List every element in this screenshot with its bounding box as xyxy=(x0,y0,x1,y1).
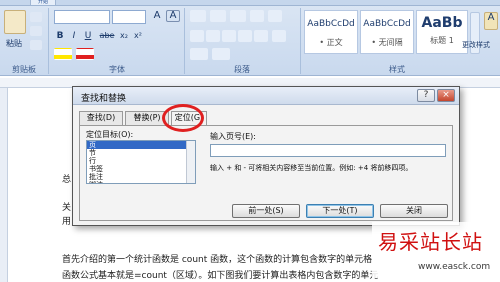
tab-home[interactable]: 开始 xyxy=(30,0,56,6)
list-item[interactable]: 行 xyxy=(87,157,195,165)
grow-font-icon[interactable]: A xyxy=(150,10,164,22)
next-button[interactable]: 下一处(T) xyxy=(306,204,374,218)
multilevel-list-icon[interactable] xyxy=(230,10,246,22)
watermark-title: 易采站长站 xyxy=(378,230,483,254)
bold-button[interactable]: B xyxy=(54,30,66,42)
list-item[interactable]: 脚注 xyxy=(87,181,195,183)
align-center-icon[interactable] xyxy=(206,30,220,42)
find-replace-dialog: 查找和替换 ? × 查找(D) 替换(P) 定位(G) 定位目标(O): 页 节… xyxy=(72,86,460,226)
decrease-indent-icon[interactable] xyxy=(250,10,264,22)
group-font-label: 字体 xyxy=(109,65,125,74)
dialog-title: 查找和替换 xyxy=(81,94,127,104)
paste-icon[interactable] xyxy=(4,10,26,34)
close-button[interactable]: 关闭 xyxy=(380,204,448,218)
change-styles-icon[interactable]: A xyxy=(484,12,498,30)
tab-find[interactable]: 查找(D) xyxy=(79,111,123,125)
goto-hint-text: 输入 + 和 - 可将相关内容移至当前位置。例如: +4 将前移四项。 xyxy=(210,164,413,172)
vertical-ruler[interactable] xyxy=(0,88,8,282)
cut-icon[interactable] xyxy=(30,12,42,22)
distributed-icon[interactable] xyxy=(254,30,268,42)
bullets-icon[interactable] xyxy=(190,10,206,22)
help-button[interactable]: ? xyxy=(417,89,435,102)
group-clipboard-label: 剪贴板 xyxy=(12,65,36,74)
group-separator xyxy=(184,8,185,74)
doc-paragraph-line: 首先介绍的第一个统计函数是 count 函数，这个函数的计算包含数字的单元格 xyxy=(62,255,373,265)
style-name: • 无间隔 xyxy=(371,38,403,47)
group-separator xyxy=(48,8,49,74)
list-scrollbar[interactable] xyxy=(186,141,195,183)
superscript-button[interactable]: x² xyxy=(132,30,144,42)
goto-target-list[interactable]: 页 节 行 书签 批注 脚注 xyxy=(86,140,196,184)
strikethrough-button[interactable]: abe xyxy=(98,30,116,42)
doc-text-fragment: 用 xyxy=(62,217,72,227)
font-color-a-icon[interactable]: A xyxy=(166,10,180,22)
format-painter-icon[interactable] xyxy=(30,40,42,50)
style-name: 标题 1 xyxy=(430,36,454,45)
style-sample: AaBb xyxy=(421,15,463,31)
paste-button-label[interactable]: 粘贴 xyxy=(6,38,22,49)
doc-paragraph-line: 函数公式基本就是=count（区域）。如下图我们要计算出表格内包含数字的单元 xyxy=(62,271,379,281)
goto-what-label: 定位目标(O): xyxy=(86,130,134,139)
style-sample: AaBbCcDd xyxy=(363,19,411,29)
list-item[interactable]: 页 xyxy=(87,141,195,149)
close-icon[interactable]: × xyxy=(437,89,455,102)
style-heading-1[interactable]: AaBb 标题 1 xyxy=(416,10,468,54)
text-color-icon[interactable] xyxy=(76,48,94,60)
italic-button[interactable]: I xyxy=(68,30,80,42)
style-normal[interactable]: AaBbCcDd • 正文 xyxy=(304,10,358,54)
list-item[interactable]: 节 xyxy=(87,149,195,157)
doc-text-fragment: 关 xyxy=(62,203,72,213)
doc-text-fragment: 总 xyxy=(62,175,72,185)
subscript-button[interactable]: x₂ xyxy=(118,30,130,42)
numbering-icon[interactable] xyxy=(210,10,226,22)
previous-button[interactable]: 前一处(S) xyxy=(232,204,300,218)
style-name: • 正文 xyxy=(319,38,343,47)
change-styles-label[interactable]: 更改样式 xyxy=(462,40,490,50)
list-item[interactable]: 批注 xyxy=(87,173,195,181)
ribbon: 开始 粘贴 剪贴板 A A B I U abe x₂ x² 字体 段落 AaBb… xyxy=(0,0,500,76)
style-no-spacing[interactable]: AaBbCcDd • 无间隔 xyxy=(360,10,414,54)
align-left-icon[interactable] xyxy=(190,30,204,42)
page-number-input[interactable] xyxy=(210,144,446,157)
shading-icon[interactable] xyxy=(190,48,208,60)
line-spacing-icon[interactable] xyxy=(272,30,286,42)
borders-icon[interactable] xyxy=(212,48,230,60)
ribbon-tabstrip: 开始 xyxy=(0,0,500,6)
align-right-icon[interactable] xyxy=(222,30,236,42)
group-paragraph-label: 段落 xyxy=(234,65,250,74)
justify-icon[interactable] xyxy=(238,30,252,42)
watermark-url: www.easck.com xyxy=(418,262,491,272)
group-separator xyxy=(300,8,301,74)
list-item[interactable]: 书签 xyxy=(87,165,195,173)
dialog-titlebar[interactable]: 查找和替换 ? × xyxy=(73,87,459,105)
goto-panel: 定位目标(O): 页 节 行 书签 批注 脚注 输入页号(E): 输入 + 和 … xyxy=(79,125,453,221)
group-styles-label: 样式 xyxy=(389,65,405,74)
increase-indent-icon[interactable] xyxy=(268,10,282,22)
highlight-color-icon[interactable] xyxy=(54,48,72,60)
style-sample: AaBbCcDd xyxy=(307,19,355,29)
page-number-label: 输入页号(E): xyxy=(210,132,256,141)
copy-icon[interactable] xyxy=(30,26,42,36)
font-name-box[interactable] xyxy=(54,10,110,24)
font-size-box[interactable] xyxy=(112,10,146,24)
highlight-circle-annotation xyxy=(162,104,204,132)
underline-button[interactable]: U xyxy=(82,30,94,42)
